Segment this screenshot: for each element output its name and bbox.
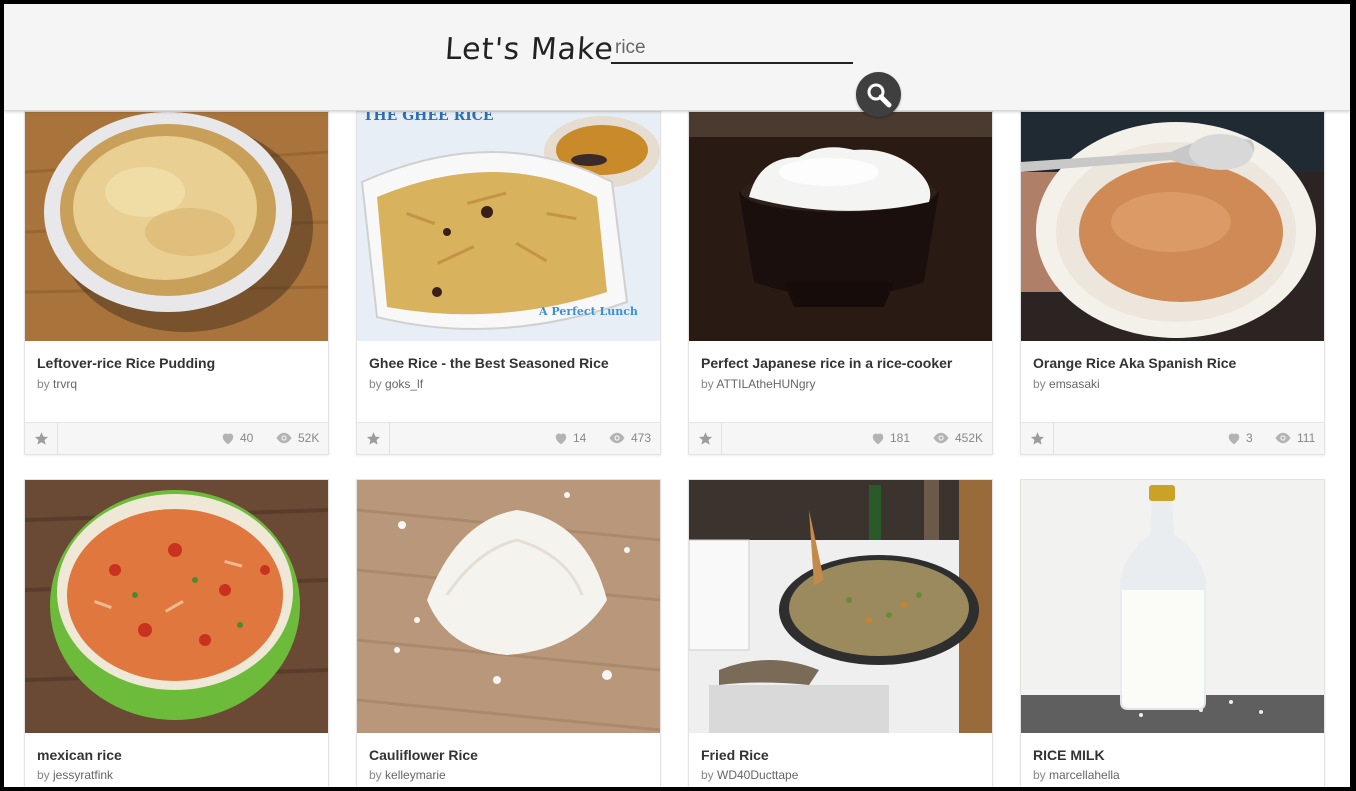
card-author[interactable]: emsasaki <box>1049 377 1100 391</box>
favorite-button[interactable] <box>1021 423 1054 454</box>
byline-prefix: by <box>37 377 54 391</box>
project-card[interactable]: RICE MILK by marcellahella <box>1020 479 1325 787</box>
card-byline: by jessyratfink <box>37 768 113 782</box>
star-icon <box>698 432 712 445</box>
byline-prefix: by <box>701 377 717 391</box>
favorite-button[interactable] <box>357 423 390 454</box>
card-footer: 3 111 <box>1021 422 1324 454</box>
card-byline: by marcellahella <box>1033 768 1120 782</box>
likes-count: 14 <box>573 431 587 445</box>
card-thumbnail[interactable] <box>1021 112 1324 341</box>
views-stat: 52K <box>275 431 319 445</box>
favorite-button[interactable] <box>689 423 722 454</box>
image-caption-top: THE GHEE RICE <box>363 112 494 124</box>
byline-prefix: by <box>369 377 386 391</box>
brand-title: Let's Make <box>443 32 616 67</box>
card-byline: by emsasaki <box>1033 377 1100 391</box>
heart-icon <box>872 433 884 444</box>
card-thumbnail[interactable]: THE GHEE RICE A Perfect Lunch <box>357 112 660 341</box>
card-title[interactable]: Cauliflower Rice <box>369 747 478 763</box>
card-thumbnail[interactable] <box>689 480 992 733</box>
card-author[interactable]: ATTILAtheHUNgry <box>716 377 815 391</box>
likes-count: 181 <box>890 431 911 445</box>
byline-prefix: by <box>1033 768 1050 782</box>
heart-icon <box>222 433 234 444</box>
views-count: 473 <box>631 431 652 445</box>
card-title[interactable]: Orange Rice Aka Spanish Rice <box>1033 355 1236 371</box>
byline-prefix: by <box>37 768 54 782</box>
card-byline: by WD40Ducttape <box>701 768 798 782</box>
favorite-button[interactable] <box>25 423 58 454</box>
eye-icon <box>276 432 292 444</box>
top-header: Let's Make <box>4 4 1350 111</box>
project-card[interactable]: Perfect Japanese rice in a rice-cooker b… <box>688 111 993 455</box>
card-author[interactable]: WD40Ducttape <box>717 768 798 782</box>
card-thumbnail[interactable] <box>689 112 992 341</box>
project-card[interactable]: THE GHEE RICE A Perfect Lunch Ghee Rice … <box>356 111 661 455</box>
card-title[interactable]: Leftover-rice Rice Pudding <box>37 355 215 371</box>
search-button[interactable] <box>856 72 901 117</box>
image-caption-bottom: A Perfect Lunch <box>538 305 638 318</box>
card-byline: by kelleymarie <box>369 768 446 782</box>
card-thumbnail[interactable] <box>1021 480 1324 733</box>
card-title[interactable]: Fried Rice <box>701 747 769 763</box>
card-title[interactable]: mexican rice <box>37 747 122 763</box>
project-card[interactable]: Cauliflower Rice by kelleymarie <box>356 479 661 787</box>
eye-icon <box>609 432 625 444</box>
page-frame: Let's Make Leftover-rice Rice Pudding <box>4 4 1350 787</box>
project-card[interactable]: mexican rice by jessyratfink <box>24 479 329 787</box>
card-byline: by ATTILAtheHUNgry <box>701 377 816 391</box>
card-footer: 14 473 <box>357 422 660 454</box>
card-thumbnail[interactable] <box>25 480 328 733</box>
card-title[interactable]: Ghee Rice - the Best Seasoned Rice <box>369 355 609 371</box>
likes-stat: 14 <box>554 431 586 445</box>
card-thumbnail[interactable] <box>25 112 328 341</box>
heart-icon <box>555 433 567 444</box>
project-card[interactable]: Leftover-rice Rice Pudding by trvrq 40 5… <box>24 111 329 455</box>
card-title[interactable]: Perfect Japanese rice in a rice-cooker <box>701 355 952 371</box>
eye-icon <box>1275 432 1291 444</box>
search-icon <box>867 83 891 107</box>
star-icon <box>1030 432 1044 445</box>
project-card[interactable]: Orange Rice Aka Spanish Rice by emsasaki… <box>1020 111 1325 455</box>
card-byline: by goks_lf <box>369 377 423 391</box>
likes-stat: 40 <box>221 431 253 445</box>
likes-count: 3 <box>1246 431 1253 445</box>
card-author[interactable]: kelleymarie <box>385 768 446 782</box>
card-byline: by trvrq <box>37 377 77 391</box>
likes-stat: 181 <box>871 431 910 445</box>
card-title[interactable]: RICE MILK <box>1033 747 1105 763</box>
views-count: 111 <box>1297 431 1316 445</box>
likes-count: 40 <box>240 431 254 445</box>
views-stat: 473 <box>608 431 651 445</box>
card-author[interactable]: goks_lf <box>385 377 423 391</box>
heart-icon <box>1228 433 1240 444</box>
star-icon <box>34 432 48 445</box>
byline-prefix: by <box>1033 377 1050 391</box>
views-count: 52K <box>298 431 320 445</box>
likes-stat: 3 <box>1227 431 1253 445</box>
card-footer: 40 52K <box>25 422 328 454</box>
project-card[interactable]: Fried Rice by WD40Ducttape <box>688 479 993 787</box>
views-stat: 452K <box>932 431 983 445</box>
views-stat: 111 <box>1274 431 1315 445</box>
byline-prefix: by <box>701 768 718 782</box>
search-input[interactable] <box>611 34 853 64</box>
card-author[interactable]: trvrq <box>53 377 77 391</box>
star-icon <box>366 432 380 445</box>
card-footer: 181 452K <box>689 422 992 454</box>
views-count: 452K <box>955 431 984 445</box>
eye-icon <box>933 432 949 444</box>
card-author[interactable]: jessyratfink <box>53 768 113 782</box>
byline-prefix: by <box>369 768 386 782</box>
card-author[interactable]: marcellahella <box>1049 768 1120 782</box>
card-thumbnail[interactable] <box>357 480 660 733</box>
